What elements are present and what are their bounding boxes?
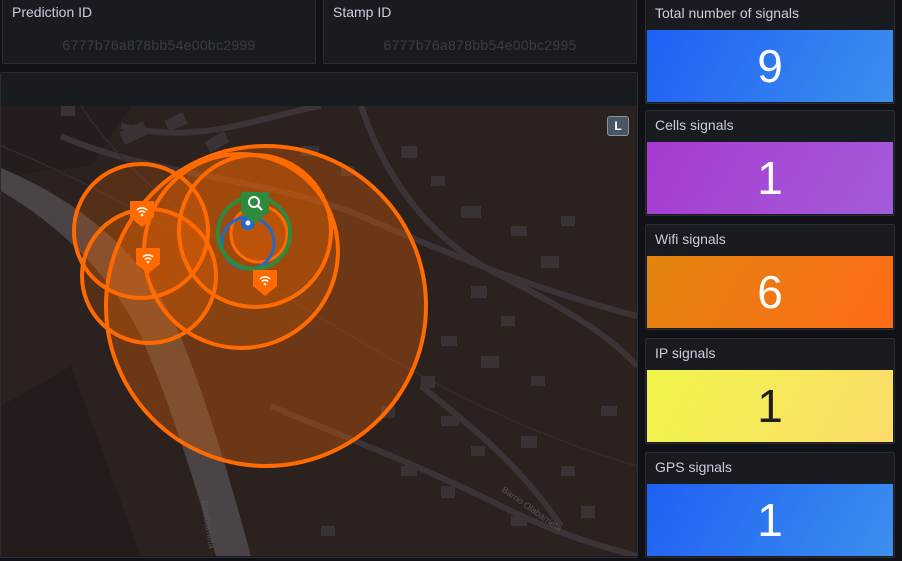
stamp-id-value[interactable]: 6777b76a878bb54e00bc2995 <box>324 37 636 53</box>
stat-title: Wifi signals <box>655 231 726 247</box>
stat-value: 9 <box>757 40 783 92</box>
prediction-id-panel: Prediction ID 6777b76a878bb54e00bc2999 <box>2 0 316 64</box>
stat-title: Total number of signals <box>655 5 799 21</box>
prediction-id-value[interactable]: 6777b76a878bb54e00bc2999 <box>3 37 315 53</box>
stat-panel-0: Total number of signals 9 <box>645 0 895 104</box>
stat-value: 1 <box>757 380 783 432</box>
prediction-id-title: Prediction ID <box>12 4 93 20</box>
map-panel: Barrio Olabarrieta Bidebarrieta L <box>0 72 638 558</box>
map-canvas[interactable]: Barrio Olabarrieta Bidebarrieta L <box>1 106 637 556</box>
stat-title: GPS signals <box>655 459 733 475</box>
stat-value-box: 6 <box>647 256 893 328</box>
stat-title: IP signals <box>655 345 716 361</box>
stamp-id-title: Stamp ID <box>333 4 392 20</box>
stat-panel-3: IP signals 1 <box>645 338 895 444</box>
stat-value: 6 <box>757 266 783 318</box>
stat-value-box: 1 <box>647 142 893 214</box>
stat-panel-1: Cells signals 1 <box>645 110 895 216</box>
stat-value: 1 <box>757 152 783 204</box>
stat-value-box: 1 <box>647 484 893 556</box>
layer-toggle-button[interactable]: L <box>607 116 629 136</box>
stamp-id-panel: Stamp ID 6777b76a878bb54e00bc2995 <box>323 0 637 64</box>
stat-panel-4: GPS signals 1 <box>645 452 895 558</box>
map-svg: Barrio Olabarrieta Bidebarrieta <box>1 106 637 556</box>
stat-title: Cells signals <box>655 117 734 133</box>
stat-panel-2: Wifi signals 6 <box>645 224 895 330</box>
stat-value-box: 1 <box>647 370 893 442</box>
stat-value: 1 <box>757 494 783 546</box>
stat-value-box: 9 <box>647 30 893 102</box>
